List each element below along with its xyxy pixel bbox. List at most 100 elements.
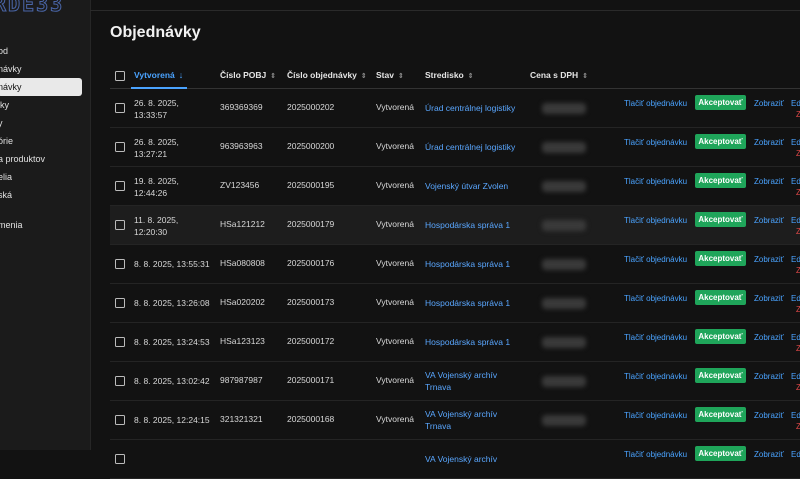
- created-date: 11. 8. 2025, 12:20:30: [134, 215, 179, 237]
- view-link[interactable]: Zobraziť: [754, 138, 784, 147]
- view-link[interactable]: Zobraziť: [754, 294, 784, 303]
- edit-link[interactable]: Ed: [791, 450, 800, 459]
- order-number: 2025000171: [287, 375, 335, 385]
- row-checkbox[interactable]: [115, 376, 125, 386]
- accept-button[interactable]: Akceptovať: [695, 290, 746, 305]
- column-header-stredisko[interactable]: Stredisko ⇕: [425, 64, 474, 88]
- column-header-cislo[interactable]: Číslo objednávky ⇕: [287, 64, 367, 88]
- print-order-link[interactable]: Tlačiť objednávku: [624, 333, 687, 342]
- delete-link[interactable]: Z: [796, 188, 800, 197]
- sidebar-item-0[interactable]: od: [0, 42, 90, 60]
- stredisko-link[interactable]: VA Vojenský archív Trnava: [425, 369, 497, 393]
- view-link[interactable]: Zobraziť: [754, 255, 784, 264]
- view-link[interactable]: Zobraziť: [754, 372, 784, 381]
- view-link[interactable]: Zobraziť: [754, 177, 784, 186]
- print-order-link[interactable]: Tlačiť objednávku: [624, 450, 687, 459]
- accept-button[interactable]: Akceptovať: [695, 368, 746, 383]
- created-date: 8. 8. 2025, 12:24:15: [134, 415, 210, 425]
- edit-link[interactable]: Ed: [791, 372, 800, 381]
- accept-button[interactable]: Akceptovať: [695, 134, 746, 149]
- edit-link[interactable]: Ed: [791, 177, 800, 186]
- created-date: 8. 8. 2025, 13:02:42: [134, 376, 210, 386]
- view-link[interactable]: Zobraziť: [754, 450, 784, 459]
- accept-button[interactable]: Akceptovať: [695, 173, 746, 188]
- delete-link[interactable]: Z: [796, 110, 800, 119]
- status: Vytvorená: [376, 375, 414, 385]
- accept-button[interactable]: Akceptovať: [695, 95, 746, 110]
- row-checkbox[interactable]: [115, 415, 125, 425]
- sidebar-nav: odnávkynávkyikyyóriea produktoveliaskáme…: [0, 42, 90, 234]
- delete-link[interactable]: Z: [796, 149, 800, 158]
- stredisko-link[interactable]: Úrad centrálnej logistiky: [425, 102, 515, 114]
- delete-link[interactable]: Z: [796, 344, 800, 353]
- accept-button[interactable]: Akceptovať: [695, 212, 746, 227]
- accept-button[interactable]: Akceptovať: [695, 251, 746, 266]
- view-link[interactable]: Zobraziť: [754, 333, 784, 342]
- print-order-link[interactable]: Tlačiť objednávku: [624, 99, 687, 108]
- stredisko-link[interactable]: Hospodárska správa 1: [425, 258, 510, 270]
- sidebar-item-10[interactable]: menia: [0, 216, 90, 234]
- sidebar-item-5[interactable]: órie: [0, 132, 90, 150]
- stredisko-link[interactable]: Hospodárska správa 1: [425, 219, 510, 231]
- accept-button[interactable]: Akceptovať: [695, 407, 746, 422]
- delete-link[interactable]: Z: [796, 383, 800, 392]
- column-header-cena[interactable]: Cena s DPH ⇕: [530, 64, 588, 88]
- print-order-link[interactable]: Tlačiť objednávku: [624, 372, 687, 381]
- edit-link[interactable]: Ed: [791, 411, 800, 420]
- row-checkbox[interactable]: [115, 454, 125, 464]
- row-checkbox[interactable]: [115, 181, 125, 191]
- stredisko-link[interactable]: Úrad centrálnej logistiky: [425, 141, 515, 153]
- view-link[interactable]: Zobraziť: [754, 216, 784, 225]
- print-order-link[interactable]: Tlačiť objednávku: [624, 177, 687, 186]
- column-header-pobj[interactable]: Číslo POBJ ⇕: [220, 64, 276, 88]
- delete-link[interactable]: Z: [796, 422, 800, 431]
- print-order-link[interactable]: Tlačiť objednávku: [624, 255, 687, 264]
- sidebar-item-6[interactable]: a produktov: [0, 150, 90, 168]
- sidebar-item-4[interactable]: y: [0, 114, 90, 132]
- column-header-stav[interactable]: Stav ⇕: [376, 64, 404, 88]
- print-order-link[interactable]: Tlačiť objednávku: [624, 294, 687, 303]
- row-checkbox[interactable]: [115, 259, 125, 269]
- stredisko-link[interactable]: Vojenský útvar Zvolen: [425, 180, 508, 192]
- select-all-checkbox[interactable]: [115, 71, 125, 81]
- sidebar-item-3[interactable]: iky: [0, 96, 90, 114]
- stredisko-link[interactable]: Hospodárska správa 1: [425, 336, 510, 348]
- sidebar-item-2[interactable]: návky: [0, 78, 82, 96]
- edit-link[interactable]: Ed: [791, 294, 800, 303]
- stredisko-link[interactable]: VA Vojenský archív: [425, 453, 497, 465]
- row-checkbox[interactable]: [115, 103, 125, 113]
- order-number: 2025000202: [287, 102, 335, 112]
- delete-link[interactable]: Z: [796, 305, 800, 314]
- stredisko-link[interactable]: VA Vojenský archív Trnava: [425, 408, 497, 432]
- accept-button[interactable]: Akceptovať: [695, 446, 746, 461]
- stredisko-link[interactable]: Hospodárska správa 1: [425, 297, 510, 309]
- delete-link[interactable]: Z: [796, 266, 800, 275]
- edit-link[interactable]: Ed: [791, 99, 800, 108]
- table-row: 26. 8. 2025, 13:27:21 963963963 2025000200 V…: [110, 128, 800, 167]
- print-order-link[interactable]: Tlačiť objednávku: [624, 411, 687, 420]
- view-link[interactable]: Zobraziť: [754, 411, 784, 420]
- sort-icon: ⇕: [397, 73, 404, 80]
- table-row: 19. 8. 2025, 12:44:26 ZV123456 2025000195 Vy…: [110, 167, 800, 206]
- price-blurred: [542, 220, 586, 231]
- sidebar-item-1[interactable]: návky: [0, 60, 90, 78]
- status: Vytvorená: [376, 180, 414, 190]
- row-checkbox[interactable]: [115, 220, 125, 230]
- accept-button[interactable]: Akceptovať: [695, 329, 746, 344]
- edit-link[interactable]: Ed: [791, 216, 800, 225]
- view-link[interactable]: Zobraziť: [754, 99, 784, 108]
- edit-link[interactable]: Ed: [791, 255, 800, 264]
- row-checkbox[interactable]: [115, 337, 125, 347]
- print-order-link[interactable]: Tlačiť objednávku: [624, 216, 687, 225]
- row-checkbox[interactable]: [115, 142, 125, 152]
- sidebar-item-8[interactable]: ská: [0, 186, 90, 204]
- column-header-vytvorena[interactable]: Vytvorená ↓: [130, 64, 188, 89]
- row-checkbox[interactable]: [115, 298, 125, 308]
- order-number: 2025000176: [287, 258, 335, 268]
- price-blurred: [542, 181, 586, 192]
- print-order-link[interactable]: Tlačiť objednávku: [624, 138, 687, 147]
- edit-link[interactable]: Ed: [791, 138, 800, 147]
- sidebar-item-7[interactable]: elia: [0, 168, 90, 186]
- edit-link[interactable]: Ed: [791, 333, 800, 342]
- delete-link[interactable]: Z: [796, 227, 800, 236]
